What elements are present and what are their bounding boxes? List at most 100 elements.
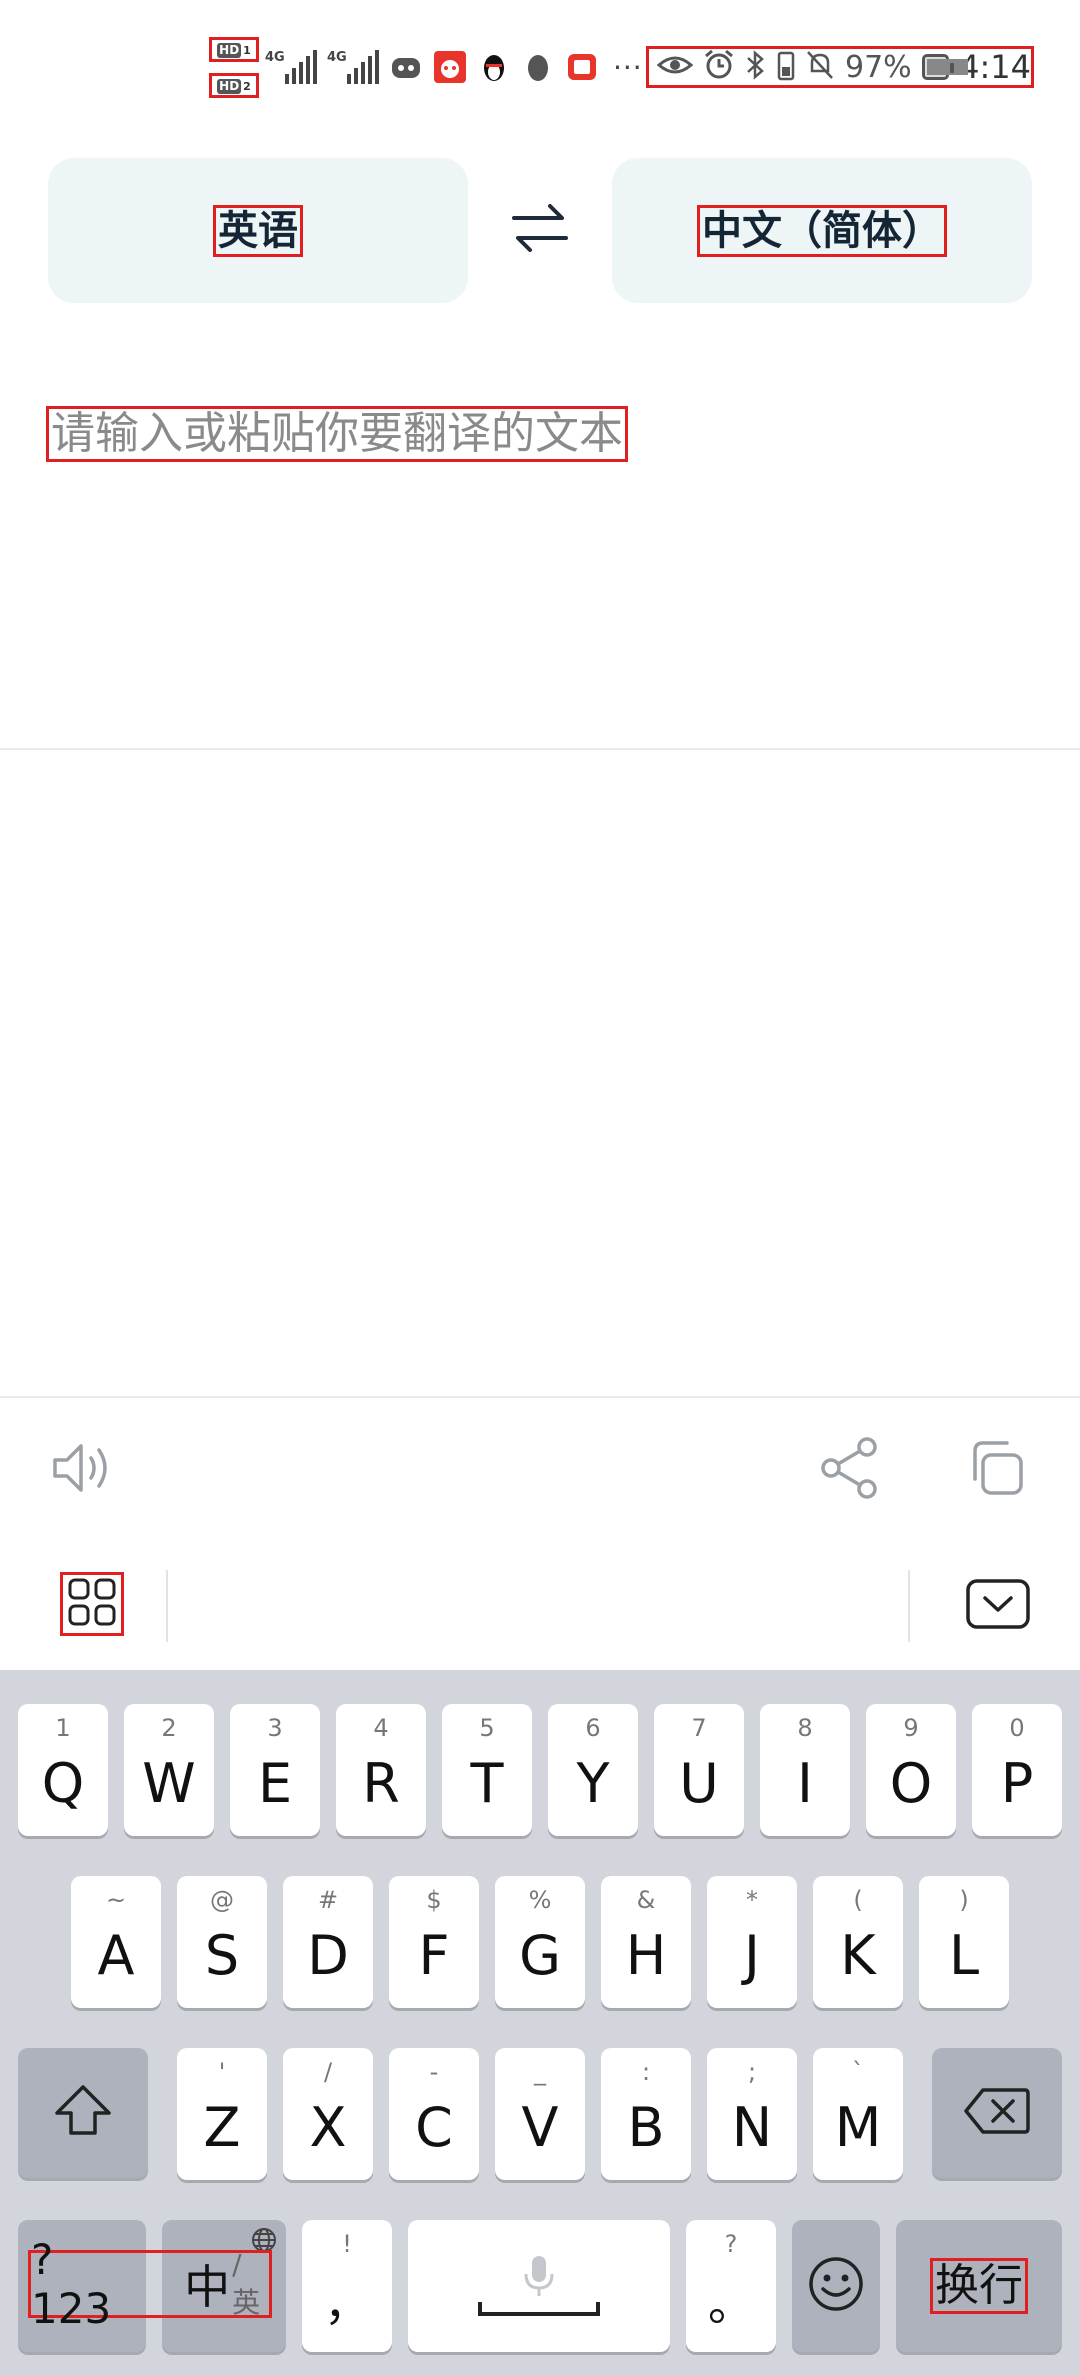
key-hint: 0 <box>1009 1714 1025 1742</box>
key-s[interactable]: @ S <box>177 1876 267 2008</box>
keyboard-toolbar <box>0 1542 1080 1670</box>
key-hint: 2 <box>161 1714 177 1742</box>
key-label: B <box>627 2095 665 2159</box>
share-button[interactable] <box>814 1434 886 1506</box>
enter-label: 换行 <box>930 2258 1028 2314</box>
key-hint: ) <box>959 1886 969 1914</box>
hd-sim2-index: 2 <box>243 80 251 93</box>
key-label: J <box>744 1923 760 1987</box>
key-o[interactable]: 9O <box>866 1704 956 1836</box>
key-hint: : <box>641 2058 651 2086</box>
key-hint: 5 <box>479 1714 495 1742</box>
key-i[interactable]: 8I <box>760 1704 850 1836</box>
key-q[interactable]: 1Q <box>18 1704 108 1836</box>
key-d[interactable]: # D <box>283 1876 373 2008</box>
keyboard: 1Q2W3E4R5T6Y7U8I9O0P ~ A @ S # D $ F% G & H * J(K) L … <box>0 1670 1080 2376</box>
hd-sim2-label: HD <box>217 79 242 94</box>
key-g[interactable]: % G <box>495 1876 585 2008</box>
key-hint: ( <box>853 1886 863 1914</box>
backspace-icon <box>963 2086 1031 2140</box>
hd-sim1-label: HD <box>217 43 242 58</box>
space-key[interactable] <box>408 2220 670 2352</box>
eye-comfort-icon <box>656 51 694 83</box>
key-label: I <box>797 1751 813 1815</box>
keyboard-menu-button[interactable] <box>60 1572 124 1636</box>
comma-label: ， <box>324 2277 370 2331</box>
target-language-selector[interactable]: 中文（简体） <box>612 158 1032 303</box>
key-p[interactable]: 0P <box>972 1704 1062 1836</box>
key-b[interactable]: :B <box>601 2048 691 2180</box>
emoji-key[interactable] <box>792 2220 880 2352</box>
key-r[interactable]: 4R <box>336 1704 426 1836</box>
key-hint: # <box>317 1886 339 1914</box>
key-hint: * <box>746 1886 758 1914</box>
backspace-key[interactable] <box>932 2048 1062 2178</box>
space-bar-icon <box>477 2300 601 2322</box>
key-x[interactable]: / X <box>283 2048 373 2180</box>
key-t[interactable]: 5T <box>442 1704 532 1836</box>
hd-indicators: HD 1 HD 2 <box>209 37 261 99</box>
alarm-icon <box>703 49 735 85</box>
comma-key[interactable]: ! ， <box>302 2220 392 2352</box>
key-hint: 4 <box>373 1714 389 1742</box>
key-hint: % <box>528 1886 552 1914</box>
key-label: F <box>418 1923 450 1987</box>
status-icons-left: 4G 4G ··· <box>265 42 643 92</box>
network2-label: 4G <box>327 50 347 65</box>
swap-languages-button[interactable] <box>500 190 580 270</box>
key-m[interactable]: ` M <box>813 2048 903 2180</box>
qq-gray-icon <box>521 50 555 84</box>
network1-label: 4G <box>265 50 285 65</box>
key-label: A <box>97 1923 135 1987</box>
key-hint: 3 <box>267 1714 283 1742</box>
hd-sim1-index: 1 <box>243 44 251 57</box>
key-hint: 7 <box>691 1714 707 1742</box>
key-label: W <box>142 1751 196 1815</box>
key-label: X <box>309 2095 347 2159</box>
key-a[interactable]: ~ A <box>71 1876 161 2008</box>
vibrate-battery-icon <box>777 49 795 85</box>
source-language-selector[interactable]: 英语 <box>48 158 468 303</box>
source-language-label: 英语 <box>213 204 303 257</box>
target-language-label: 中文（简体） <box>697 204 947 257</box>
key-w[interactable]: 2W <box>124 1704 214 1836</box>
translation-input-area[interactable]: 请输入或粘贴你要翻译的文本 <box>0 340 1080 750</box>
emoji-smile-icon <box>807 2255 865 2317</box>
key-c[interactable]: -C <box>389 2048 479 2180</box>
share-icon <box>817 1435 883 1505</box>
book-app-icon <box>565 50 599 84</box>
period-key[interactable]: ? 。 <box>686 2220 776 2352</box>
lang-switch-sub: /英 <box>232 2247 261 2319</box>
key-j[interactable]: * J <box>707 1876 797 2008</box>
qq-penguin-icon <box>477 50 511 84</box>
hide-keyboard-button[interactable] <box>966 1574 1030 1638</box>
status-bar: HD 1 HD 2 4G 4G ··· 97% 4:14 <box>0 0 1080 130</box>
shift-key[interactable] <box>18 2048 148 2178</box>
speak-button[interactable] <box>48 1434 120 1506</box>
key-label: H <box>625 1923 667 1987</box>
key-z[interactable]: ' Z <box>177 2048 267 2180</box>
key-l[interactable]: ) L <box>919 1876 1009 2008</box>
signal-sim2-icon: 4G <box>327 50 379 84</box>
comma-hint: ! <box>342 2230 352 2258</box>
key-label: K <box>840 1923 876 1987</box>
key-k[interactable]: (K <box>813 1876 903 2008</box>
key-hint: ` <box>852 2058 864 2086</box>
key-hint: - <box>429 2058 439 2086</box>
key-hint: ~ <box>105 1886 127 1914</box>
key-y[interactable]: 6Y <box>548 1704 638 1836</box>
key-label: T <box>470 1751 504 1815</box>
copy-button[interactable] <box>960 1434 1032 1506</box>
action-bar <box>0 1396 1080 1544</box>
key-u[interactable]: 7U <box>654 1704 744 1836</box>
lang-switch-label: 中 <box>184 2260 231 2314</box>
key-h[interactable]: & H <box>601 1876 691 2008</box>
toolbar-divider-left <box>166 1570 168 1642</box>
enter-key[interactable]: 换行 <box>896 2220 1062 2352</box>
key-e[interactable]: 3E <box>230 1704 320 1836</box>
key-v[interactable]: _ V <box>495 2048 585 2180</box>
key-f[interactable]: $ F <box>389 1876 479 2008</box>
hide-keyboard-icon <box>965 1578 1031 1634</box>
key-n[interactable]: ; N <box>707 2048 797 2180</box>
period-hint: ? <box>724 2230 738 2258</box>
